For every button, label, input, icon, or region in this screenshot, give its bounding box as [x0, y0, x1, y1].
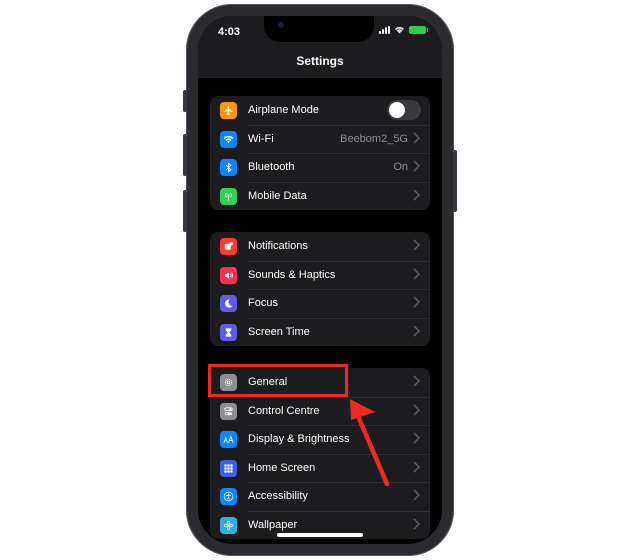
chevron-right-icon [413, 160, 420, 172]
chevron-right-icon [413, 517, 420, 530]
status-time: 4:03 [218, 26, 241, 38]
switches-icon [220, 402, 237, 420]
settings-row-airplane-mode[interactable]: Airplane Mode [210, 96, 430, 125]
wifi-status-icon [395, 27, 404, 34]
settings-group-connectivity: Airplane Mode Wi-Fi Beebom2_5G Bluetooth… [210, 96, 430, 210]
settings-row-label: Bluetooth [248, 161, 295, 173]
settings-row-label: Wi-Fi [248, 132, 274, 145]
moon-icon [220, 295, 237, 312]
settings-row-focus[interactable]: Focus [210, 289, 430, 318]
cellular-signal-icon [379, 26, 390, 34]
settings-row-label: Home Screen [248, 461, 316, 474]
battery-icon [409, 26, 428, 34]
home-indicator[interactable] [277, 533, 363, 537]
chevron-right-icon [413, 460, 420, 473]
chevron-right-icon [413, 324, 420, 337]
bluetooth-status: On [393, 161, 408, 173]
settings-row-bluetooth[interactable]: Bluetooth On [210, 153, 430, 182]
notch [264, 16, 374, 42]
settings-row-label: Sounds & Haptics [248, 268, 336, 281]
chevron-right-icon [413, 188, 420, 201]
chevron-right-icon [413, 267, 420, 280]
settings-row-label: Notifications [248, 240, 308, 252]
phone-screen: Settings 4:03 Airplane Mode Wi-Fi Beebom… [198, 16, 442, 544]
hourglass-icon [220, 323, 237, 341]
settings-row-label: Display & Brightness [248, 433, 350, 445]
settings-row-label: Focus [248, 297, 278, 309]
settings-row-notifications[interactable]: Notifications [210, 232, 430, 261]
settings-row-wifi[interactable]: Wi-Fi Beebom2_5G [210, 124, 430, 154]
bluetooth-icon [220, 159, 237, 176]
text-size-icon [220, 431, 237, 448]
notifications-icon [220, 238, 237, 255]
speaker-icon [220, 266, 237, 284]
chevron-right-icon [413, 403, 420, 416]
general-highlight-box [208, 364, 348, 397]
airplane-mode-toggle[interactable] [387, 100, 421, 120]
settings-row-label: Airplane Mode [248, 104, 319, 116]
wifi-icon [220, 130, 237, 148]
power-button [453, 150, 457, 212]
antenna-icon [220, 187, 237, 205]
page-title: Settings [296, 54, 344, 68]
chevron-right-icon [413, 375, 420, 387]
chevron-right-icon [413, 432, 420, 444]
silent-switch [183, 90, 187, 112]
annotation-arrow-icon [350, 399, 390, 487]
settings-row-label: Screen Time [248, 325, 310, 338]
settings-row-label: Control Centre [248, 404, 320, 417]
volume-down-button [183, 190, 187, 232]
settings-row-label: Wallpaper [248, 518, 298, 531]
chevron-right-icon [413, 296, 420, 308]
settings-row-mobile-data[interactable]: Mobile Data [210, 181, 430, 211]
wifi-network-name: Beebom2_5G [340, 132, 408, 145]
chevron-right-icon [413, 489, 420, 501]
settings-row-screen-time[interactable]: Screen Time [210, 317, 430, 347]
settings-row-label: Mobile Data [248, 189, 307, 202]
status-icons [379, 26, 428, 34]
settings-group-notifications: Notifications Sounds & Haptics Focus Scr… [210, 232, 430, 346]
chevron-right-icon [413, 239, 420, 251]
chevron-right-icon [413, 131, 420, 144]
airplane-icon [220, 102, 237, 119]
accessibility-icon [220, 488, 237, 505]
flower-icon [220, 516, 237, 534]
front-camera [278, 22, 284, 28]
volume-up-button [183, 134, 187, 176]
settings-row-sounds-haptics[interactable]: Sounds & Haptics [210, 260, 430, 290]
grid-icon [220, 459, 237, 477]
settings-row-label: Accessibility [248, 490, 308, 502]
